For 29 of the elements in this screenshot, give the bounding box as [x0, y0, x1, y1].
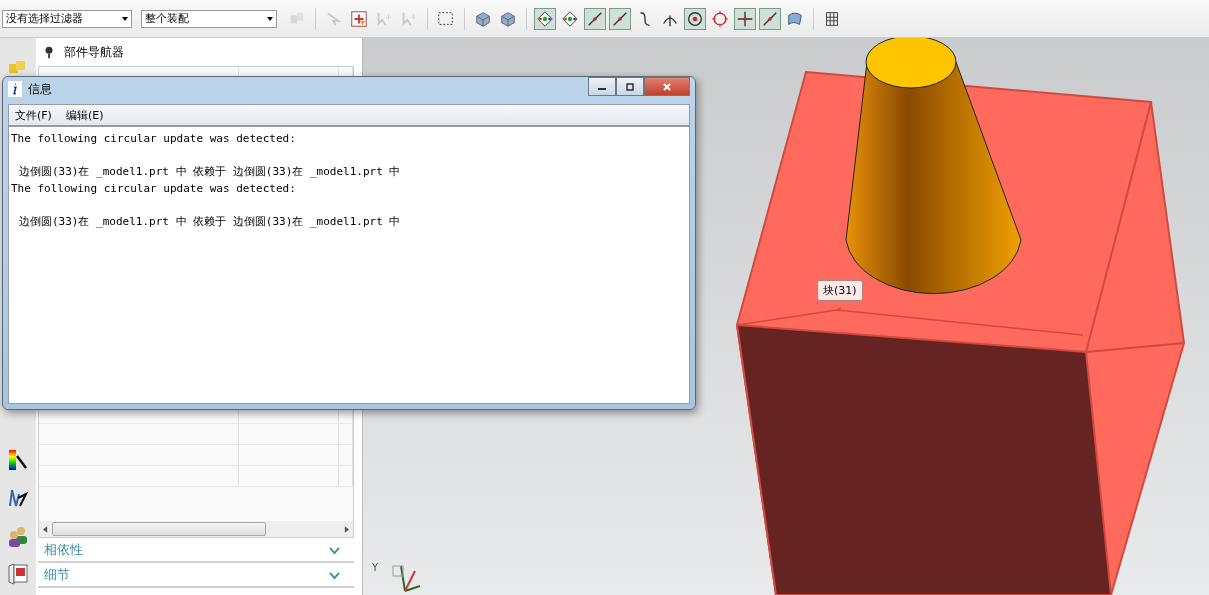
center-icon[interactable] — [684, 7, 706, 30]
maximize-button[interactable] — [616, 77, 644, 96]
close-icon — [662, 81, 672, 92]
scroll-left-icon[interactable] — [43, 525, 48, 533]
menu-item[interactable]: 文件(F) — [15, 107, 52, 123]
minimize-button[interactable] — [588, 77, 616, 96]
close-button[interactable] — [644, 77, 690, 96]
tooltip: 块(31) — [817, 280, 863, 301]
cross-icon[interactable] — [734, 7, 756, 30]
collapsible-section[interactable]: 细节 — [38, 564, 354, 588]
chevron-icon — [329, 570, 340, 580]
palette-icon[interactable] — [6, 448, 30, 472]
axis-label: Y — [372, 562, 379, 573]
minimize-icon — [598, 88, 606, 90]
dialog-title: 信息 — [28, 80, 52, 98]
navigator-title: 部件导航器 — [64, 43, 124, 61]
maximize-icon — [625, 81, 635, 92]
picture-icon[interactable] — [6, 562, 30, 586]
menu-item[interactable]: 编辑(E) — [65, 107, 104, 123]
scope-dropdown[interactable]: 整个装配 — [141, 9, 277, 28]
message-line: The following circular update was detected: — [11, 131, 297, 147]
collapsible-section[interactable]: 相依性 — [38, 539, 354, 563]
scroll-right-icon[interactable] — [344, 525, 349, 533]
chevron-icon — [329, 545, 340, 555]
users-icon[interactable] — [6, 524, 30, 548]
horizontal-scrollbar[interactable] — [39, 521, 353, 537]
message-line: The following circular update was detected: — [11, 180, 297, 197]
filter-dropdown[interactable]: 没有选择过滤器 — [2, 9, 132, 28]
info-icon — [8, 81, 22, 97]
